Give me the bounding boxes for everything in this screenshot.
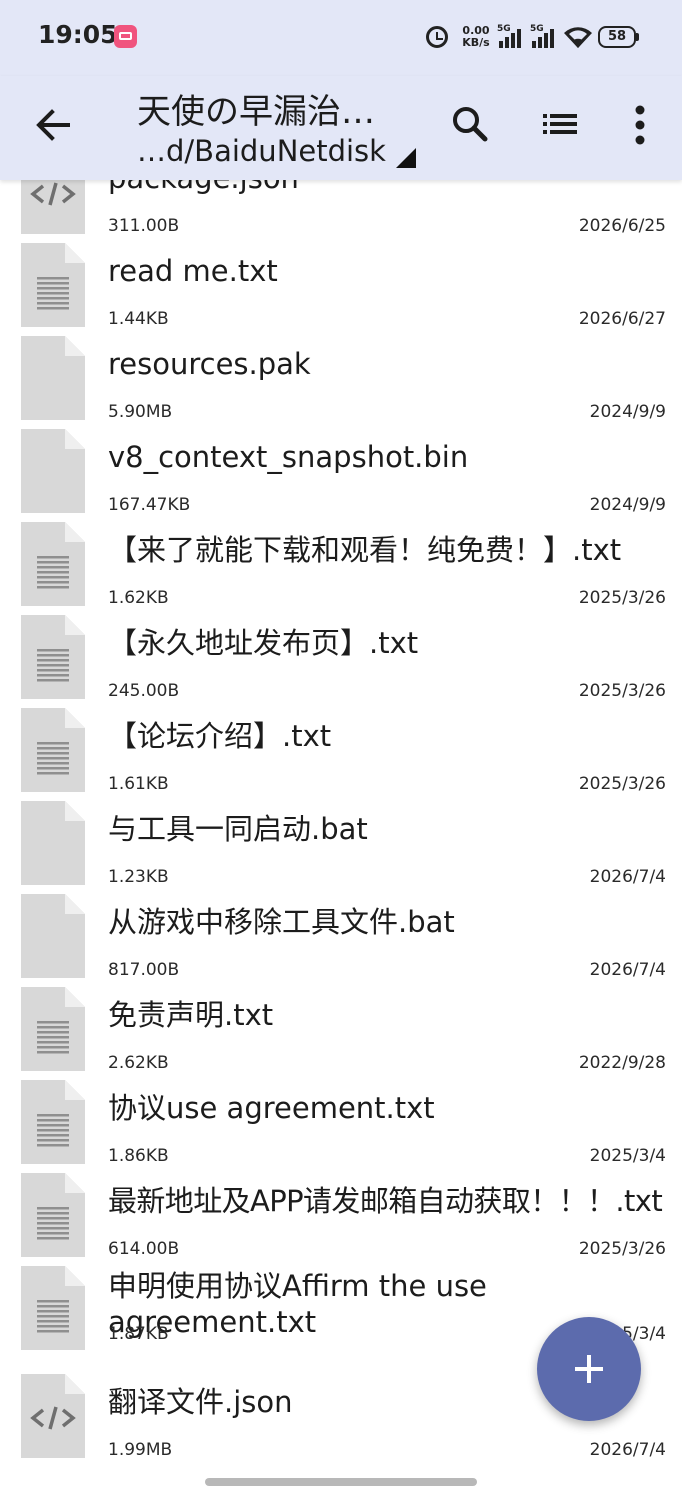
status-bar: 19:05 0.00 KB/s 5G 5G 58 <box>0 0 682 76</box>
list-view-icon[interactable] <box>538 100 582 148</box>
file-name: 【永久地址发布页】.txt <box>108 626 419 660</box>
file-name: 从游戏中移除工具文件.bat <box>108 905 455 939</box>
signal-5g-icon: 5G <box>530 24 558 50</box>
file-name: 免责声明.txt <box>108 998 274 1032</box>
file-name: 最新地址及APP请发邮箱自动获取！！！.txt <box>108 1184 663 1218</box>
blank-file-icon <box>21 801 85 885</box>
alarm-icon <box>426 26 448 48</box>
file-size: 1.87KB <box>108 1324 169 1344</box>
plus-icon <box>575 1355 603 1383</box>
page-title: 天使の早漏治… <box>137 92 375 132</box>
path-dropdown-icon[interactable] <box>396 148 416 168</box>
file-row[interactable]: 协议use agreement.txt 1.86KB 2025/3/4 <box>0 1068 682 1166</box>
blank-file-icon <box>21 429 85 513</box>
file-row[interactable]: 【论坛介绍】.txt 1.61KB 2025/3/26 <box>0 696 682 794</box>
text-file-icon <box>21 987 85 1071</box>
current-path[interactable]: …d/BaiduNetdisk <box>137 134 397 168</box>
file-row[interactable]: 从游戏中移除工具文件.bat 817.00B 2026/7/4 <box>0 882 682 980</box>
file-name: 与工具一同启动.bat <box>108 812 368 846</box>
file-name: 【论坛介绍】.txt <box>108 719 332 753</box>
status-time: 19:05 <box>38 20 118 49</box>
file-row[interactable]: 【来了就能下载和观看！纯免费！】.txt 1.62KB 2025/3/26 <box>0 510 682 608</box>
signal-5g-icon: 5G <box>497 24 525 50</box>
app-bar: 天使の早漏治… …d/BaiduNetdisk <box>0 76 682 180</box>
notification-app-icon <box>114 25 137 48</box>
blank-file-icon <box>21 336 85 420</box>
blank-file-icon <box>21 894 85 978</box>
wifi-icon <box>564 27 592 48</box>
text-file-icon <box>21 708 85 792</box>
add-fab-button[interactable] <box>537 1317 641 1421</box>
text-file-icon <box>21 1266 85 1350</box>
file-name: 申明使用协议Affirm the use agreement.txt <box>108 1269 487 1339</box>
file-row[interactable]: v8_context_snapshot.bin 167.47KB 2024/9/9 <box>0 417 682 515</box>
text-file-icon <box>21 243 85 327</box>
file-row[interactable]: 【永久地址发布页】.txt 245.00B 2025/3/26 <box>0 603 682 701</box>
file-name: resources.pak <box>108 347 311 381</box>
file-name: read me.txt <box>108 254 278 288</box>
file-row[interactable]: 最新地址及APP请发邮箱自动获取！！！.txt 614.00B 2025/3/26 <box>0 1161 682 1259</box>
file-name: 【来了就能下载和观看！纯免费！】.txt <box>108 533 622 567</box>
file-size: 1.99MB <box>108 1440 173 1460</box>
more-vertical-icon[interactable] <box>618 100 662 148</box>
text-file-icon <box>21 1080 85 1164</box>
battery-icon: 58 <box>598 26 640 48</box>
file-row[interactable]: 免责声明.txt 2.62KB 2022/9/28 <box>0 975 682 1073</box>
search-icon[interactable] <box>448 100 492 148</box>
network-speed: 0.00 KB/s <box>459 25 493 49</box>
network-speed-unit: KB/s <box>462 36 490 49</box>
text-file-icon <box>21 522 85 606</box>
file-row[interactable]: read me.txt 1.44KB 2026/6/27 <box>0 231 682 329</box>
file-list: package.json311.00B2026/6/25read me.txt1… <box>0 138 682 1474</box>
home-indicator[interactable] <box>205 1478 477 1486</box>
sim1-label: 5G <box>497 24 511 34</box>
file-name: 协议use agreement.txt <box>108 1091 435 1125</box>
file-row[interactable]: resources.pak 5.90MB 2024/9/9 <box>0 324 682 422</box>
file-date: 2026/7/4 <box>589 1440 666 1460</box>
battery-level: 58 <box>598 26 636 48</box>
code-file-icon <box>21 1374 85 1458</box>
sim2-label: 5G <box>530 24 544 34</box>
back-arrow-icon[interactable] <box>28 100 78 150</box>
text-file-icon <box>21 1173 85 1257</box>
file-name: v8_context_snapshot.bin <box>108 440 469 474</box>
file-row[interactable]: 与工具一同启动.bat 1.23KB 2026/7/4 <box>0 789 682 887</box>
text-file-icon <box>21 615 85 699</box>
